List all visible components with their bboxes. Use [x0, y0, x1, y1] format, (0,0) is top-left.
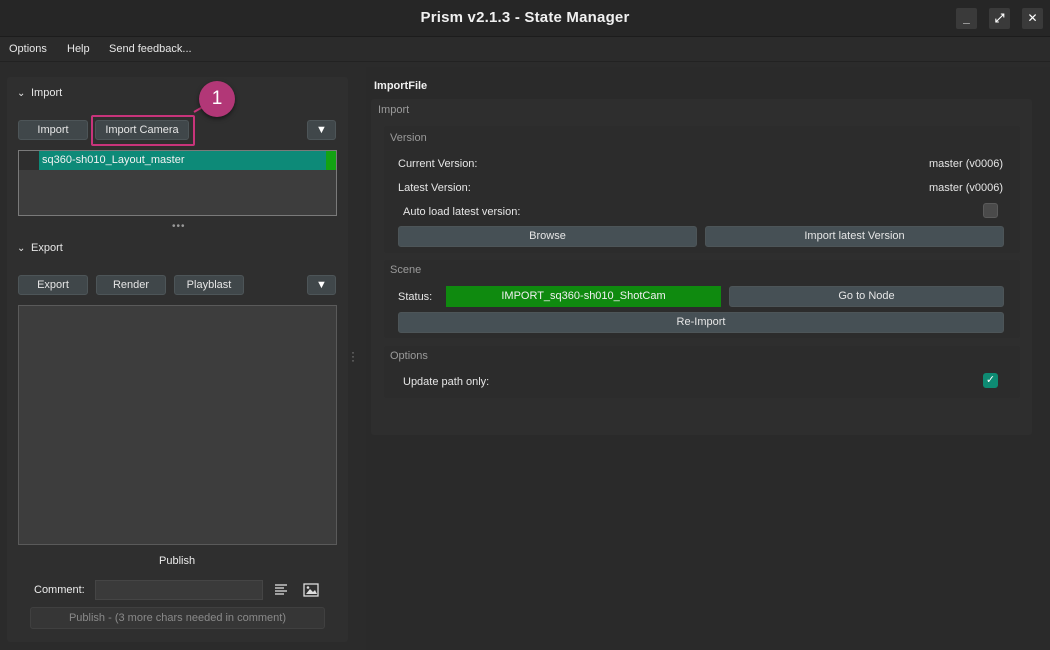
autoload-checkbox[interactable]	[983, 203, 998, 218]
minimize-button[interactable]: _	[956, 8, 977, 29]
export-section-label: Export	[31, 242, 63, 254]
import-states-list: sq360-sh010_Layout_master	[18, 150, 337, 216]
import-button[interactable]: Import	[18, 120, 88, 140]
import-latest-button[interactable]: Import latest Version	[705, 226, 1004, 247]
align-text-icon[interactable]	[274, 583, 288, 597]
import-dropdown-button[interactable]: ▼	[307, 120, 336, 140]
menu-options[interactable]: Options	[9, 43, 47, 55]
close-button[interactable]: ✕	[1022, 8, 1043, 29]
export-states-list	[18, 305, 337, 545]
latest-version-label: Latest Version:	[398, 182, 471, 194]
export-dropdown-button[interactable]: ▼	[307, 275, 336, 295]
update-path-checkbox[interactable]: ✓	[983, 373, 998, 388]
version-group-title: Version	[390, 132, 427, 144]
scene-group-title: Scene	[390, 264, 422, 276]
import-section-label: Import	[31, 87, 63, 99]
state-settings-panel: ImportFile Import Version Current Versio…	[366, 67, 1050, 650]
options-group-title: Options	[390, 350, 428, 362]
export-section-header[interactable]: ⌄ Export	[17, 242, 63, 254]
import-section-header[interactable]: ⌄ Import	[17, 87, 62, 99]
state-indicator	[19, 151, 39, 170]
update-path-label: Update path only:	[403, 376, 490, 388]
title-bar: Prism v2.1.3 - State Manager _ ⤢ ✕	[0, 0, 1050, 37]
current-version-label: Current Version:	[398, 158, 478, 170]
step-badge: 1	[199, 81, 235, 117]
go-to-node-button[interactable]: Go to Node	[729, 286, 1004, 307]
menu-send-feedback[interactable]: Send feedback...	[109, 43, 192, 55]
latest-version-value: master (v0006)	[929, 182, 1003, 194]
export-button[interactable]: Export	[18, 275, 88, 295]
import-group-title: Import	[378, 104, 410, 116]
state-status-color	[326, 151, 336, 170]
render-button[interactable]: Render	[96, 275, 166, 295]
menu-bar: Options Help Send feedback...	[0, 37, 1050, 62]
list-item-label: sq360-sh010_Layout_master	[42, 154, 185, 166]
highlight-box	[91, 115, 195, 146]
splitter-handle[interactable]: •••	[172, 221, 186, 232]
image-icon[interactable]	[303, 583, 319, 597]
comment-input[interactable]	[95, 580, 263, 600]
options-group	[384, 346, 1020, 398]
publish-button[interactable]: Publish - (3 more chars needed in commen…	[30, 607, 325, 629]
chevron-down-icon: ⌄	[17, 88, 26, 99]
comment-label: Comment:	[34, 584, 85, 596]
reimport-button[interactable]: Re-Import	[398, 312, 1004, 333]
chevron-down-icon: ⌄	[17, 243, 26, 254]
current-version-value: master (v0006)	[929, 158, 1003, 170]
maximize-button[interactable]: ⤢	[989, 8, 1010, 29]
playblast-button[interactable]: Playblast	[174, 275, 244, 295]
menu-help[interactable]: Help	[67, 43, 90, 55]
list-item[interactable]: sq360-sh010_Layout_master	[19, 151, 336, 170]
window-title: Prism v2.1.3 - State Manager	[420, 9, 630, 26]
vertical-splitter-handle[interactable]: · · ·	[351, 346, 355, 366]
status-value: IMPORT_sq360-sh010_ShotCam	[446, 286, 721, 307]
state-title: ImportFile	[374, 80, 428, 92]
autoload-label: Auto load latest version:	[403, 206, 521, 218]
publish-title: Publish	[159, 555, 196, 567]
status-label: Status:	[398, 291, 433, 303]
browse-button[interactable]: Browse	[398, 226, 697, 247]
